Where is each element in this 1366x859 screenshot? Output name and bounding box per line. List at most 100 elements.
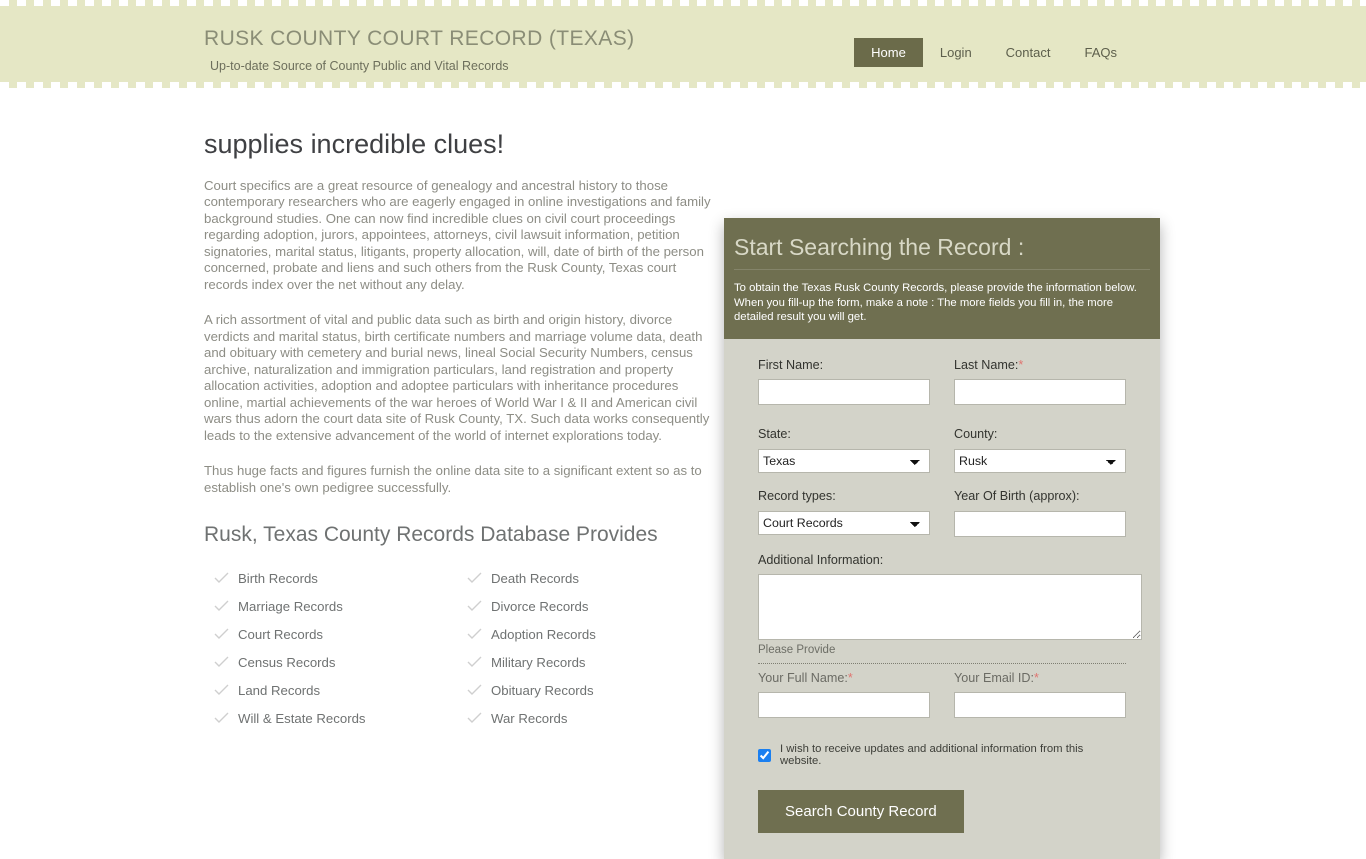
- year-of-birth-label: Year Of Birth (approx):: [954, 488, 1080, 503]
- article-column: supplies incredible clues! Court specifi…: [204, 129, 720, 732]
- check-icon: [467, 571, 482, 586]
- check-icon: [214, 711, 229, 726]
- check-icon: [214, 627, 229, 642]
- last-name-label: Last Name:*: [954, 357, 1126, 372]
- updates-checkbox-row: I wish to receive updates and additional…: [758, 744, 1126, 767]
- nav-item-faqs[interactable]: FAQs: [1067, 38, 1134, 67]
- email-label: Your Email ID:*: [954, 670, 1126, 685]
- first-name-label: First Name:: [758, 357, 824, 372]
- check-icon: [467, 627, 482, 642]
- county-label: County:: [954, 427, 998, 442]
- list-item: Obituary Records: [462, 676, 720, 704]
- form-description: To obtain the Texas Rusk County Records,…: [734, 282, 1137, 324]
- check-icon: [214, 655, 229, 670]
- records-column-right: Death Records Divorce Records Adoption R…: [462, 564, 720, 732]
- list-item-label: Military Records: [491, 654, 586, 670]
- list-item-label: Land Records: [238, 682, 321, 698]
- full-name-input[interactable]: [758, 692, 930, 719]
- year-of-birth-input[interactable]: [954, 510, 1126, 537]
- list-item: Adoption Records: [462, 620, 720, 648]
- form-body: First Name: Last Name:* State: Texas Cou…: [724, 339, 1160, 859]
- list-item-label: Court Records: [238, 626, 324, 642]
- list-item-label: Census Records: [238, 654, 336, 670]
- year-of-birth-field: Year Of Birth (approx):: [954, 490, 1126, 537]
- location-row: State: Texas County: Rusk: [758, 428, 1126, 473]
- form-header: Start Searching the Record : To obtain t…: [724, 218, 1160, 339]
- check-icon: [467, 655, 482, 670]
- updates-checkbox-label: I wish to receive updates and additional…: [780, 743, 1084, 767]
- site-title: RUSK COUNTY COURT RECORD (TEXAS): [204, 27, 635, 50]
- paragraph-3: Thus huge facts and figures furnish the …: [204, 463, 702, 495]
- updates-checkbox[interactable]: [758, 749, 771, 763]
- required-asterisk: *: [847, 670, 853, 685]
- check-icon: [214, 571, 229, 586]
- list-item-label: Adoption Records: [491, 626, 596, 642]
- full-name-field: Your Full Name:*: [758, 670, 930, 719]
- additional-info-label: Additional Information:: [758, 552, 884, 567]
- first-name-input[interactable]: [758, 379, 930, 406]
- name-row: First Name: Last Name:*: [758, 357, 1126, 406]
- list-item-label: Will & Estate Records: [238, 710, 366, 726]
- email-input[interactable]: [954, 692, 1126, 719]
- county-field: County: Rusk: [954, 428, 1126, 473]
- list-item: Death Records: [462, 564, 720, 592]
- record-types-label: Record types:: [758, 488, 836, 503]
- state-select[interactable]: Texas: [758, 448, 930, 473]
- paragraph-2: A rich assortment of vital and public da…: [204, 312, 710, 443]
- record-types-field: Record types: Court Records: [758, 490, 930, 537]
- required-asterisk: *: [1018, 357, 1024, 372]
- check-icon: [214, 683, 229, 698]
- last-name-field: Last Name:*: [954, 357, 1126, 406]
- check-icon: [214, 599, 229, 614]
- list-item: Will & Estate Records: [204, 704, 462, 732]
- state-field: State: Texas: [758, 428, 930, 473]
- list-item: Marriage Records: [204, 592, 462, 620]
- list-item-label: Divorce Records: [491, 598, 589, 614]
- additional-info-hint: Please Provide: [758, 644, 836, 657]
- list-item-label: Birth Records: [238, 570, 318, 586]
- first-name-field: First Name:: [758, 359, 930, 406]
- page-title: supplies incredible clues!: [204, 129, 505, 159]
- additional-info-textarea[interactable]: [758, 574, 1142, 641]
- list-item: Land Records: [204, 676, 462, 704]
- brand: RUSK COUNTY COURT RECORD (TEXAS) Up-to-d…: [204, 28, 635, 73]
- required-asterisk: *: [1034, 670, 1039, 685]
- check-icon: [467, 683, 482, 698]
- site-subtitle: Up-to-date Source of County Public and V…: [210, 59, 509, 73]
- nav-item-home[interactable]: Home: [854, 38, 923, 67]
- state-label: State:: [758, 427, 791, 442]
- list-item-label: Death Records: [491, 570, 579, 586]
- list-item-label: Marriage Records: [238, 598, 343, 614]
- last-name-input[interactable]: [954, 379, 1126, 406]
- list-item: Court Records: [204, 620, 462, 648]
- additional-info-field: Additional Information: Please Provide: [758, 552, 1142, 657]
- header-inner: RUSK COUNTY COURT RECORD (TEXAS) Up-to-d…: [0, 0, 1366, 88]
- search-form-panel: Start Searching the Record : To obtain t…: [724, 218, 1160, 859]
- email-label-text: Your Email ID:: [954, 670, 1035, 685]
- form-title: Start Searching the Record :: [734, 234, 1150, 271]
- list-item: Census Records: [204, 648, 462, 676]
- paragraph-1: Court specifics are a great resource of …: [204, 177, 711, 292]
- full-name-label-text: Your Full Name:: [758, 670, 848, 685]
- check-icon: [467, 599, 482, 614]
- email-field: Your Email ID:*: [954, 670, 1126, 719]
- records-column-left: Birth Records Marriage Records Court Rec…: [204, 564, 462, 732]
- list-item: Birth Records: [204, 564, 462, 592]
- county-select[interactable]: Rusk: [954, 448, 1126, 473]
- list-item: War Records: [462, 704, 720, 732]
- full-name-label: Your Full Name:*: [758, 670, 930, 685]
- records-list: Birth Records Marriage Records Court Rec…: [204, 564, 720, 732]
- nav-item-login[interactable]: Login: [923, 38, 989, 67]
- main-content: supplies incredible clues! Court specifi…: [0, 88, 1366, 859]
- search-county-record-button[interactable]: Search County Record: [758, 789, 964, 833]
- list-item: Divorce Records: [462, 592, 720, 620]
- records-heading: Rusk, Texas County Records Database Prov…: [204, 523, 658, 547]
- contact-row: Your Full Name:* Your Email ID:*: [758, 670, 1126, 719]
- list-item: Military Records: [462, 648, 720, 676]
- record-row: Record types: Court Records Year Of Birt…: [758, 490, 1126, 537]
- check-icon: [467, 711, 482, 726]
- form-divider: [758, 662, 1126, 664]
- list-item-label: War Records: [491, 710, 568, 726]
- nav-item-contact[interactable]: Contact: [989, 38, 1068, 67]
- record-types-select[interactable]: Court Records: [758, 510, 930, 535]
